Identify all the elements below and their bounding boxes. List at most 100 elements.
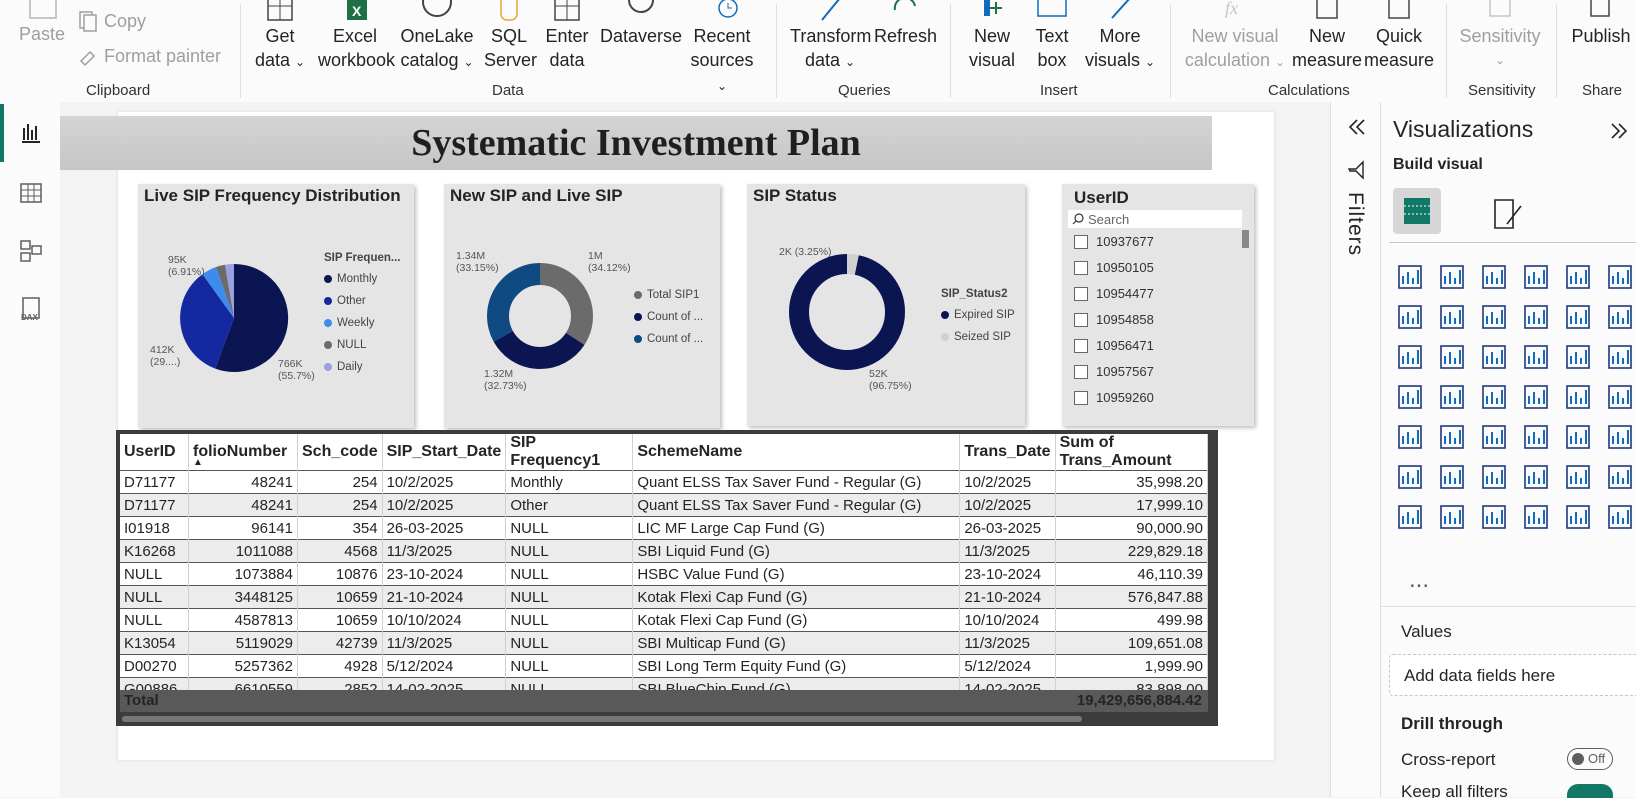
- table-row[interactable]: D00270 5257362 4928 5/12/2024 NULL SBI Long T…: [120, 654, 1209, 678]
- power-apps-icon[interactable]: [1563, 502, 1593, 532]
- legend-item[interactable]: Other: [324, 290, 400, 312]
- new-live-donut-chart[interactable]: [484, 260, 596, 372]
- format-visual-icon[interactable]: [1491, 196, 1527, 232]
- column-header[interactable]: Sum of Trans_Amount: [1055, 434, 1209, 471]
- 100-stacked-bar-chart-icon[interactable]: [1563, 262, 1593, 292]
- card-icon[interactable]: [1605, 382, 1635, 412]
- sensitivity-button[interactable]: Sensitivity ⌄: [1452, 0, 1548, 72]
- copy-button[interactable]: Copy: [78, 10, 146, 32]
- slicer-item[interactable]: 10954477: [1074, 286, 1154, 301]
- key-influencers-icon[interactable]: [1437, 462, 1467, 492]
- decomposition-tree-icon[interactable]: [1479, 462, 1509, 492]
- clustered-column-chart-icon[interactable]: [1521, 262, 1551, 292]
- more-visuals-ellipsis[interactable]: ...: [1409, 566, 1429, 594]
- legend-item[interactable]: Daily: [324, 356, 400, 378]
- map-icon[interactable]: [1437, 382, 1467, 412]
- table-row[interactable]: K13054 5119029 42739 11/3/2025 NULL SBI Multi…: [120, 631, 1209, 655]
- gauge-icon[interactable]: [1563, 382, 1593, 412]
- slicer-scrollbar[interactable]: [1242, 230, 1249, 248]
- matrix-icon[interactable]: [1563, 422, 1593, 452]
- build-visual-tab[interactable]: [1393, 188, 1441, 234]
- recent-sources-button[interactable]: Recent sources ⌄: [684, 0, 760, 98]
- paginated-report-icon[interactable]: [1563, 462, 1593, 492]
- smart-narrative-icon[interactable]: [1437, 502, 1467, 532]
- userid-slicer[interactable]: UserID Search 10937677 10950105 10954477…: [1062, 184, 1254, 426]
- clustered-bar-chart-icon[interactable]: [1479, 262, 1509, 292]
- slicer-item[interactable]: 10937677: [1074, 234, 1154, 249]
- slicer-item[interactable]: 10950105: [1074, 260, 1154, 275]
- checkbox[interactable]: [1074, 260, 1088, 275]
- table-row[interactable]: NULL 1073884 10876 23-10-2024 NULL HSBC Value…: [120, 562, 1209, 586]
- slicer-item[interactable]: 10959260: [1074, 390, 1154, 405]
- checkbox[interactable]: [1074, 312, 1088, 327]
- scatter-chart-icon[interactable]: [1521, 342, 1551, 372]
- transform-data-button[interactable]: Transform data ⌄: [790, 0, 871, 74]
- new-measure-button[interactable]: New measure: [1292, 0, 1362, 72]
- more-visuals-button[interactable]: More visuals ⌄: [1082, 0, 1158, 74]
- donut-chart-icon[interactable]: [1605, 342, 1635, 372]
- column-header[interactable]: UserID: [120, 434, 189, 471]
- line-chart-icon[interactable]: [1395, 302, 1425, 332]
- more-arrow-icon[interactable]: [1605, 502, 1635, 532]
- table-horizontal-scrollbar[interactable]: [122, 716, 1082, 722]
- kpi-icon[interactable]: [1437, 422, 1467, 452]
- slicer-item[interactable]: 10957567: [1074, 364, 1154, 379]
- checkbox[interactable]: [1074, 390, 1088, 405]
- new-visual-button[interactable]: New visual: [962, 0, 1022, 72]
- stacked-area-chart-icon[interactable]: [1479, 302, 1509, 332]
- expand-pane-icon[interactable]: [1607, 120, 1629, 142]
- python-visual-icon[interactable]: [1395, 462, 1425, 492]
- format-painter-button[interactable]: Format painter: [78, 46, 221, 67]
- new-live-donut-card[interactable]: New SIP and Live SIP 1.34M (33.15%) 1M (34…: [444, 184, 720, 428]
- filled-map-icon[interactable]: [1479, 382, 1509, 412]
- legend-item[interactable]: Weekly: [324, 312, 400, 334]
- table-row[interactable]: I01918 96141 354 26-03-2025 NULL LIC MF Large…: [120, 516, 1209, 540]
- funnel-chart-icon[interactable]: [1479, 342, 1509, 372]
- enter-data-button[interactable]: Enter data: [542, 0, 592, 72]
- get-data-button[interactable]: Get data ⌄: [250, 0, 310, 74]
- sip-status-donut-chart[interactable]: [787, 252, 907, 372]
- sql-server-button[interactable]: SQL Server: [484, 0, 537, 72]
- new-visual-calculation-button[interactable]: fx New visual calculation ⌄: [1180, 0, 1290, 74]
- checkbox[interactable]: [1074, 286, 1088, 301]
- dax-query-view-icon[interactable]: DAX: [18, 296, 44, 322]
- publish-button[interactable]: Publish: [1566, 0, 1636, 48]
- excel-workbook-button[interactable]: X Excel workbook: [318, 0, 395, 72]
- slicer-item[interactable]: 10956471: [1074, 338, 1154, 353]
- r-visual-icon[interactable]: [1605, 422, 1635, 452]
- line-and-column-chart-icon[interactable]: [1563, 302, 1593, 332]
- azure-map-icon[interactable]: [1521, 382, 1551, 412]
- table-icon[interactable]: [1521, 422, 1551, 452]
- legend-item[interactable]: Total SIP1: [634, 284, 703, 306]
- report-view-icon[interactable]: [18, 120, 44, 146]
- column-header[interactable]: SIP_Start_Date: [382, 434, 507, 471]
- new-slicer-icon[interactable]: [1479, 502, 1509, 532]
- qna-icon[interactable]: [1521, 462, 1551, 492]
- onelake-catalog-button[interactable]: OneLake catalog ⌄: [400, 0, 474, 74]
- keep-filters-toggle[interactable]: [1567, 784, 1613, 798]
- legend-item[interactable]: NULL: [324, 334, 400, 356]
- filters-pane[interactable]: Filters: [1330, 102, 1381, 797]
- cross-report-toggle[interactable]: Off: [1567, 748, 1613, 770]
- stacked-bar-chart-icon[interactable]: [1395, 262, 1425, 292]
- table-view-icon[interactable]: [18, 180, 44, 206]
- frequency-pie-card[interactable]: Live SIP Frequency Distribution 95K (6.91…: [138, 184, 414, 428]
- column-header[interactable]: Trans_Date: [959, 434, 1056, 471]
- power-automate-icon[interactable]: [1521, 502, 1551, 532]
- legend-item[interactable]: Seized SIP: [941, 326, 1015, 348]
- column-header[interactable]: SchemeName: [632, 434, 961, 471]
- 100-stacked-area-chart-icon[interactable]: [1521, 302, 1551, 332]
- pie-chart-icon[interactable]: [1563, 342, 1593, 372]
- column-header[interactable]: SIP Frequency1: [505, 434, 634, 471]
- goals-icon[interactable]: [1605, 462, 1635, 492]
- donut-slice-expired[interactable]: [789, 254, 905, 370]
- treemap-icon[interactable]: [1395, 382, 1425, 412]
- table-row[interactable]: NULL 3448125 10659 21-10-2024 NULL Kotak Flex…: [120, 585, 1209, 609]
- text-box-button[interactable]: Text box: [1026, 0, 1078, 72]
- model-view-icon[interactable]: [18, 238, 44, 264]
- 100-stacked-column-chart-icon[interactable]: [1605, 262, 1635, 292]
- waterfall-chart-icon[interactable]: [1437, 342, 1467, 372]
- line-and-clustered-column-chart-icon[interactable]: [1605, 302, 1635, 332]
- transactions-table[interactable]: UserID folioNumber ▲ Sch_code SIP_Start_D…: [116, 430, 1218, 726]
- column-header[interactable]: folioNumber ▲: [188, 434, 298, 471]
